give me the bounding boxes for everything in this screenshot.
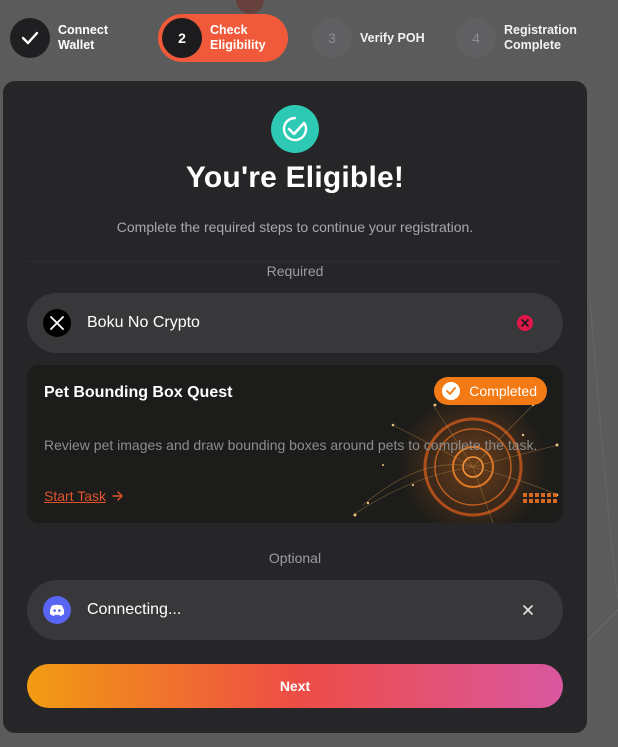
discord-logo-icon	[43, 596, 71, 624]
step-registration-complete[interactable]: 4 Registration Complete	[456, 14, 577, 62]
step-label: Check Eligibility	[210, 23, 266, 52]
twitter-account-row: Boku No Crypto	[27, 293, 563, 353]
step-label: Connect Wallet	[58, 23, 108, 52]
check-icon	[10, 18, 50, 58]
step-label: Verify POH	[360, 30, 425, 45]
next-button[interactable]: Next	[27, 664, 563, 708]
close-icon[interactable]	[523, 605, 533, 615]
step-number: 3	[312, 18, 352, 58]
step-number: 2	[162, 18, 202, 58]
discord-status-text: Connecting...	[87, 601, 182, 618]
eligibility-card: You're Eligible! Complete the required s…	[3, 81, 587, 733]
step-check-eligibility[interactable]: 2 Check Eligibility	[158, 14, 288, 62]
discord-account-row: Connecting...	[27, 580, 563, 640]
quest-title: Pet Bounding Box Quest	[44, 384, 233, 401]
arrow-right-icon	[112, 489, 124, 504]
start-task-label: Start Task	[44, 488, 106, 504]
quest-card: Pet Bounding Box Quest Completed Review …	[27, 365, 563, 523]
completed-badge: Completed	[434, 377, 547, 405]
optional-section-label: Optional	[268, 550, 322, 566]
step-connect-wallet[interactable]: Connect Wallet	[10, 14, 108, 62]
verified-check-icon	[271, 105, 319, 153]
step-number: 4	[456, 18, 496, 58]
badge-label: Completed	[469, 383, 537, 399]
step-verify-poh[interactable]: 3 Verify POH	[312, 14, 425, 62]
page-subtitle: Complete the required steps to continue …	[116, 219, 474, 235]
divider	[27, 261, 563, 262]
step-label: Registration Complete	[504, 23, 577, 52]
x-logo-icon	[43, 309, 71, 337]
remove-account-icon[interactable]	[517, 315, 533, 331]
check-icon	[442, 382, 461, 400]
quest-description: Review pet images and draw bounding boxe…	[44, 437, 538, 453]
progress-stepper: Connect Wallet 2 Check Eligibility 3 Ver…	[10, 14, 618, 64]
page-title: You're Eligible!	[185, 161, 405, 194]
required-section-label: Required	[266, 263, 324, 279]
start-task-link[interactable]: Start Task	[44, 488, 124, 504]
twitter-handle: Boku No Crypto	[87, 314, 200, 331]
